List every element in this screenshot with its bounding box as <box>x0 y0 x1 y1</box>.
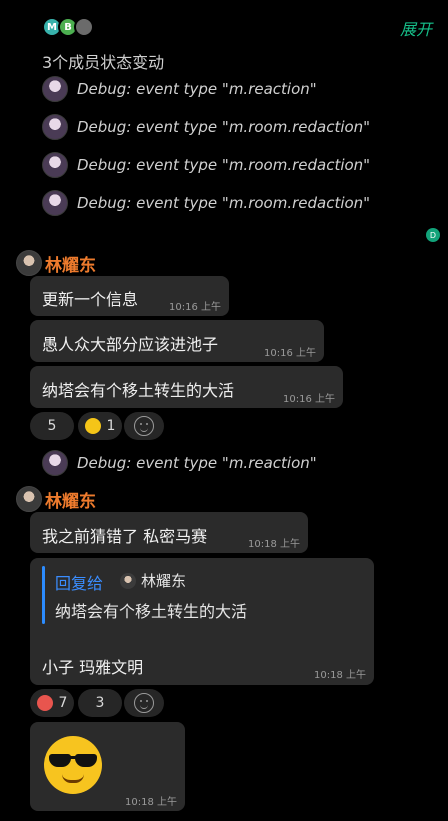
debug-event-row: Debug: event type "m.room.redaction" <box>42 114 370 140</box>
clown-emoji-icon <box>36 695 53 711</box>
debug-event-text: Debug: event type "m.room.redaction" <box>77 194 371 212</box>
message-time: 10:16 上午 <box>264 348 316 359</box>
reply-quote-bar <box>42 566 45 624</box>
reply-to-link[interactable]: 回复给 <box>55 570 103 594</box>
reaction-count: 5 <box>47 418 57 434</box>
debug-event-row: Debug: event type "m.reaction" <box>42 76 317 102</box>
message-bubble[interactable]: 更新一个信息 10:16 上午 <box>30 276 229 316</box>
debug-event-text: Debug: event type "m.room.redaction" <box>77 156 371 174</box>
reply-message-bubble[interactable]: 回复给 林耀东 纳塔会有个移土转生的大活 小子 玛雅文明 10:18 上午 <box>30 558 374 685</box>
avatar[interactable] <box>42 114 68 140</box>
avatar[interactable] <box>42 190 68 216</box>
sticker-message[interactable]: 10:18 上午 <box>30 722 185 811</box>
add-reaction-button[interactable] <box>124 412 164 440</box>
message-text: 纳塔会有个移土转生的大活 <box>42 381 235 400</box>
message-text: 更新一个信息 <box>42 290 139 309</box>
message-time: 10:18 上午 <box>248 539 300 550</box>
reaction-pill[interactable]: 5 <box>30 412 74 440</box>
reaction-pill[interactable]: 7 <box>30 689 74 717</box>
reaction-pill[interactable]: 3 <box>78 689 122 717</box>
reaction-count: 1 <box>106 418 116 434</box>
sender-header: 林耀东 <box>16 250 96 276</box>
sunglasses-emoji-icon <box>44 736 102 794</box>
members-change-summary: 3个成员状态变动 <box>42 53 165 72</box>
message-time: 10:16 上午 <box>169 302 221 313</box>
reaction-pill[interactable]: 1 <box>78 412 122 440</box>
reply-to-user[interactable]: 林耀东 <box>120 570 186 591</box>
avatar[interactable] <box>42 152 68 178</box>
avatar <box>120 572 136 589</box>
message-time: 10:16 上午 <box>283 394 335 405</box>
debug-event-text: Debug: event type "m.room.redaction" <box>77 118 371 136</box>
message-text: 我之前猜错了 私密马赛 <box>42 527 208 546</box>
debug-event-row: Debug: event type "m.reaction" <box>42 450 317 476</box>
avatar[interactable] <box>16 250 42 276</box>
debug-event-row: Debug: event type "m.room.redaction" <box>42 152 370 178</box>
message-text: 愚人众大部分应该进池子 <box>42 335 219 354</box>
debug-event-text: Debug: event type "m.reaction" <box>77 80 317 98</box>
add-reaction-icon <box>134 693 154 713</box>
avatar <box>74 17 94 37</box>
add-reaction-button[interactable] <box>124 689 164 717</box>
member-avatars[interactable]: M B <box>42 17 102 39</box>
avatar[interactable] <box>42 76 68 102</box>
message-time: 10:18 上午 <box>314 670 366 681</box>
debug-event-row: Debug: event type "m.room.redaction" <box>42 190 370 216</box>
quoted-text: 纳塔会有个移土转生的大活 <box>55 602 248 621</box>
add-reaction-icon <box>134 416 154 436</box>
sender-name[interactable]: 林耀东 <box>45 251 96 276</box>
sender-header: 林耀东 <box>16 486 96 512</box>
message-text: 小子 玛雅文明 <box>42 658 144 677</box>
sender-name[interactable]: 林耀东 <box>45 487 96 512</box>
message-time: 10:18 上午 <box>125 797 177 808</box>
reply-to-name: 林耀东 <box>141 572 187 590</box>
message-bubble[interactable]: 纳塔会有个移土转生的大活 10:16 上午 <box>30 366 343 408</box>
avatar[interactable] <box>16 486 42 512</box>
laughing-emoji-icon <box>84 418 101 434</box>
reaction-count: 3 <box>95 695 105 711</box>
reaction-count: 7 <box>58 695 68 711</box>
read-receipt[interactable]: D <box>426 228 440 242</box>
expand-button[interactable]: 展开 <box>400 16 432 40</box>
debug-event-text: Debug: event type "m.reaction" <box>77 454 317 472</box>
message-bubble[interactable]: 愚人众大部分应该进池子 10:16 上午 <box>30 320 324 362</box>
avatar[interactable] <box>42 450 68 476</box>
message-bubble[interactable]: 我之前猜错了 私密马赛 10:18 上午 <box>30 512 308 553</box>
